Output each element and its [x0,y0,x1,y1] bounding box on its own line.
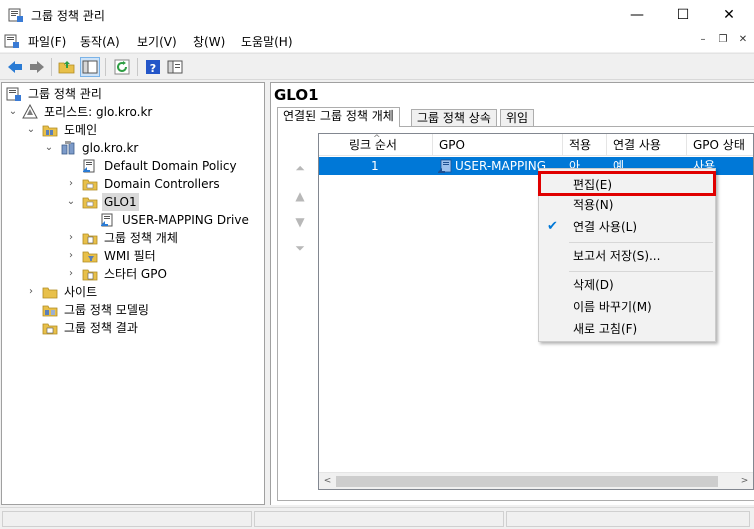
domains-folder-icon [42,125,58,137]
menu-bar: 파일(F) 동작(A) 보기(V) 창(W) 도움말(H) – ❐ ✕ [0,30,754,52]
tree-item-label: USER-MAPPING Drive [122,213,249,227]
toolbar: ? [0,53,754,80]
gpo-link-icon [83,159,95,173]
chevron-down-icon[interactable]: ⌄ [44,139,54,157]
title-bar: 그룹 정책 관리 — ☐ ✕ [0,0,754,30]
tab-linked-gpos[interactable]: 연결된 그룹 정책 개체 [277,107,400,127]
svg-text:?: ? [150,62,156,75]
sort-ascending-icon: ^ [373,134,381,144]
chevron-down-icon[interactable]: ⌄ [66,193,76,211]
group-policy-management-icon [6,87,21,101]
chevron-right-icon[interactable]: › [66,265,76,283]
mdi-child-icon[interactable] [4,33,20,49]
cell-link-order: 1 [371,159,379,173]
forward-icon[interactable] [28,58,46,76]
chevron-right-icon[interactable]: › [66,175,76,193]
back-icon[interactable] [6,58,24,76]
column-gpo-status[interactable]: GPO 상태 [687,134,753,156]
column-link-order[interactable]: ^ 링크 순서 [319,134,433,156]
show-hide-tree-icon[interactable] [80,57,100,77]
tree-item-label: GLO1 [102,193,139,211]
column-enforced[interactable]: 적용 [563,134,607,156]
starter-gpo-folder-icon [82,269,98,281]
horizontal-scrollbar[interactable]: < > [319,472,753,489]
forest-icon [22,104,38,119]
menu-view[interactable]: 보기(V) [137,33,177,50]
menu-file[interactable]: 파일(F) [28,33,66,50]
ou-folder-icon [82,179,98,191]
domain-icon [61,141,75,155]
chevron-down-icon[interactable]: ⌄ [8,103,18,121]
highlight-annotation [538,171,716,196]
scroll-right-icon[interactable]: > [736,473,753,489]
tree-item-label: glo.kro.kr [82,141,139,155]
context-item-link-enabled[interactable]: ✔ 연결 사용(L) [539,216,715,238]
console-tree: 그룹 정책 관리 ⌄ 포리스트: glo.kro.kr ⌄ 도메인 ⌄ glo.… [1,82,265,505]
tree-item-label: 사이트 [64,285,98,299]
scroll-left-icon[interactable]: < [319,473,336,489]
tree-item-label: 도메인 [64,123,98,137]
tab-inheritance[interactable]: 그룹 정책 상속 [411,109,497,127]
tree-item-label: 그룹 정책 개체 [104,231,178,245]
mdi-minimize-button[interactable]: – [694,33,712,49]
chevron-down-icon[interactable]: ⌄ [26,121,36,139]
window-title: 그룹 정책 관리 [31,9,105,23]
help-icon[interactable]: ? [144,58,162,76]
move-down-icon[interactable]: ▼ [292,215,308,229]
page-title: GLO1 [274,86,319,104]
ou-folder-icon [82,197,98,209]
minimize-button[interactable]: — [614,0,660,30]
tree-item-label: WMI 필터 [104,249,156,263]
tab-delegation[interactable]: 위임 [500,109,535,127]
chevron-right-icon[interactable]: › [66,229,76,247]
scroll-thumb[interactable] [336,476,718,487]
maximize-button[interactable]: ☐ [660,0,706,30]
mdi-restore-button[interactable]: ❐ [714,33,732,49]
wmi-folder-icon [82,251,98,263]
checkmark-icon: ✔ [547,219,558,234]
status-bar [0,507,754,529]
context-item-enforce[interactable]: 적용(N) [539,194,715,216]
group-policy-app-icon [8,8,23,22]
results-icon [42,323,58,335]
refresh-icon[interactable] [113,58,131,76]
close-button[interactable]: ✕ [706,0,752,30]
context-item-rename[interactable]: 이름 바꾸기(M) [539,296,715,318]
tree-item-label: 그룹 정책 결과 [64,321,138,335]
tree-item-label: Default Domain Policy [104,159,237,173]
column-link-enabled[interactable]: 연결 사용 [607,134,687,156]
tree-item-label: 그룹 정책 모델링 [64,303,149,317]
gpo-link-icon [101,213,113,227]
context-item-delete[interactable]: 삭제(D) [539,274,715,296]
context-item-label: 연결 사용(L) [573,220,638,234]
up-folder-icon[interactable] [58,58,76,76]
tree-item-label: 그룹 정책 관리 [28,87,102,101]
tree-item-label: 포리스트: glo.kro.kr [44,105,153,119]
context-item-refresh[interactable]: 새로 고침(F) [539,318,715,340]
menu-help[interactable]: 도움말(H) [241,33,293,50]
chevron-right-icon[interactable]: › [26,283,36,301]
tree-item-label: Domain Controllers [104,177,220,191]
menu-window[interactable]: 창(W) [193,33,225,50]
column-gpo[interactable]: GPO [433,134,563,156]
table-header: ^ 링크 순서 GPO 적용 연결 사용 GPO 상태 [319,134,753,156]
move-top-icon[interactable]: ⏶ [292,161,308,175]
gpo-folder-icon [82,233,98,245]
menu-action[interactable]: 동작(A) [80,33,120,50]
properties-icon[interactable] [166,58,184,76]
sites-folder-icon [42,287,58,299]
gpo-icon [438,159,452,173]
move-bottom-icon[interactable]: ⏷ [292,241,308,255]
move-up-icon[interactable]: ▲ [292,189,308,203]
context-item-save-report[interactable]: 보고서 저장(S)... [539,245,715,267]
tree-item-label: 스타터 GPO [104,267,167,281]
modeling-icon [42,305,58,317]
mdi-close-button[interactable]: ✕ [734,33,752,49]
chevron-right-icon[interactable]: › [66,247,76,265]
